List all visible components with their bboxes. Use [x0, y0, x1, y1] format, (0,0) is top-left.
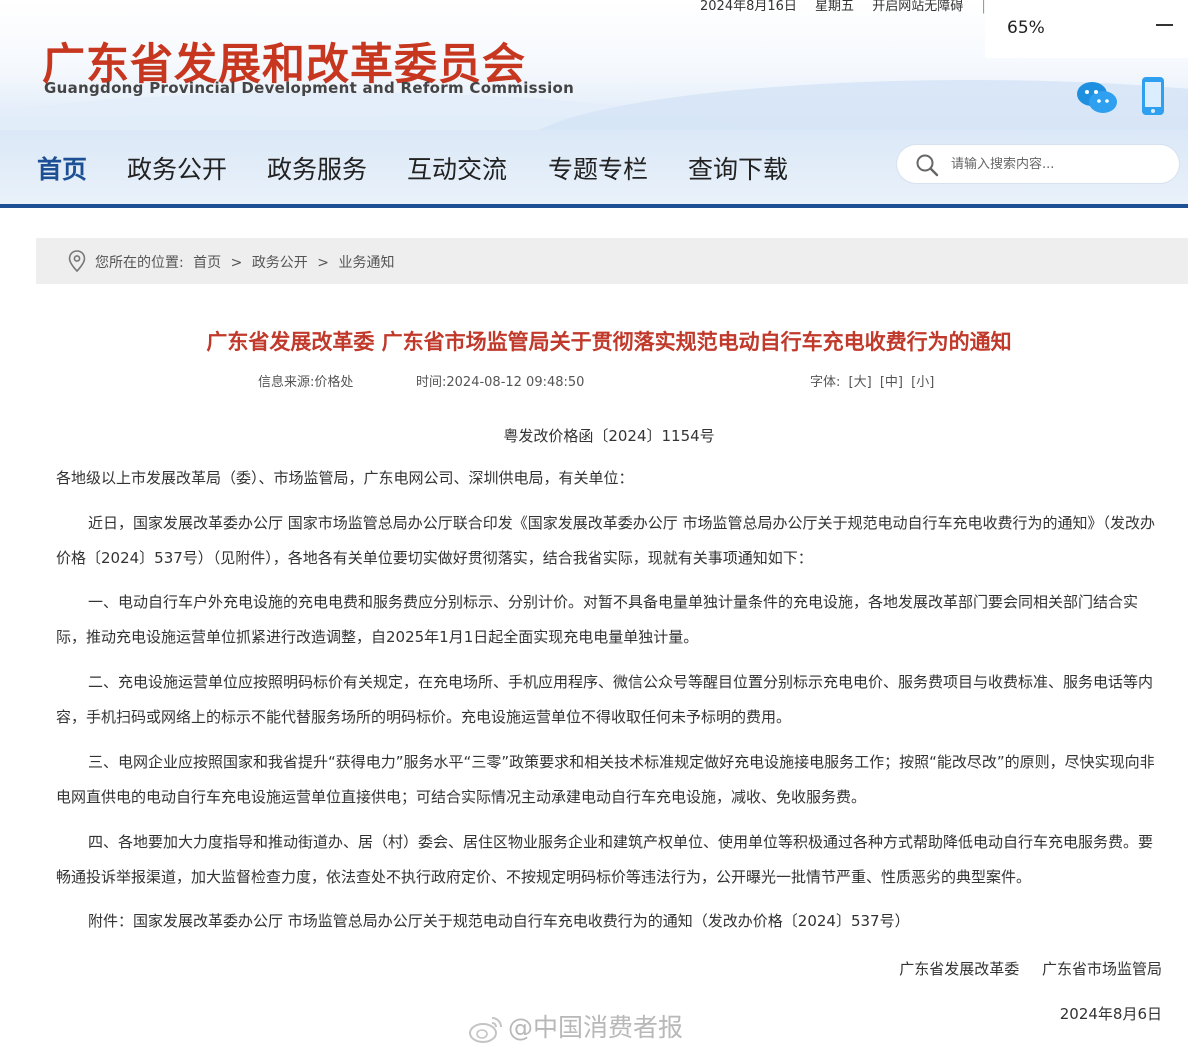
font-size-label: 字体:	[810, 375, 841, 390]
browser-zoom-popup: 65%	[985, 0, 1188, 58]
breadcrumb-prefix: 您所在的位置:	[95, 255, 184, 271]
search-box[interactable]	[897, 145, 1179, 183]
article-signers: 广东省发展改革委 广东省市场监管局	[881, 958, 1162, 979]
watermark-text: @中国消费者报	[508, 1013, 684, 1042]
article-source: 信息来源:价格处	[258, 375, 354, 390]
nav-item-government-services[interactable]: 政务服务	[267, 150, 367, 186]
mobile-phone-icon[interactable]	[1140, 76, 1166, 116]
article-paragraph: 近日，国家发展改革委办公厅 国家市场监管总局办公厅联合印发《国家发展改革委办公厅…	[56, 514, 1156, 567]
breadcrumb-separator: >	[317, 255, 329, 271]
breadcrumb-item-business-notice[interactable]: 业务通知	[338, 255, 394, 271]
search-input[interactable]	[949, 151, 1163, 177]
article-paragraph: 四、各地要加大力度指导和推动街道办、居（村）委会、居住区物业服务企业和建筑产权单…	[56, 833, 1154, 886]
article-time: 时间:2024-08-12 09:48:50	[416, 375, 585, 390]
current-weekday: 星期五	[815, 0, 855, 14]
nav-item-government-affairs-public[interactable]: 政务公开	[127, 150, 227, 186]
signer-development-reform-commission: 广东省发展改革委	[899, 960, 1020, 978]
current-date: 2024年8月16日	[700, 0, 797, 14]
signer-market-regulation-bureau: 广东省市场监管局	[1041, 960, 1162, 978]
search-icon[interactable]	[915, 153, 939, 177]
article-title: 广东省发展改革委 广东省市场监管局关于贯彻落实规范电动自行车充电收费行为的通知	[206, 330, 1012, 354]
wechat-icon[interactable]	[1075, 80, 1119, 116]
font-size-small-link[interactable]: [小]	[911, 375, 934, 390]
nav-item-query-download[interactable]: 查询下载	[688, 150, 788, 186]
document-number: 粤发改价格函〔2024〕1154号	[503, 427, 715, 445]
main-navigation: 首页 政务公开 政务服务 互动交流 专题专栏 查询下载	[0, 130, 1188, 208]
zoom-out-button[interactable]	[1156, 24, 1173, 26]
font-size-medium-link[interactable]: [中]	[880, 375, 903, 390]
article-addressee: 各地级以上市发展改革局（委）、市场监管局，广东电网公司、深圳供电局，有关单位：	[56, 469, 634, 487]
nav-item-home[interactable]: 首页	[37, 150, 87, 186]
article-attachment-link[interactable]: 附件：国家发展改革委办公厅 市场监管总局办公厅关于规范电动自行车充电收费行为的通…	[56, 904, 1166, 939]
weibo-icon	[469, 1017, 502, 1043]
font-size-large-link[interactable]: [大]	[849, 375, 872, 390]
article-date: 2024年8月6日	[1059, 1005, 1162, 1023]
top-utility-bar: 2024年8月16日 星期五 开启网站无障碍 |	[700, 0, 996, 14]
font-size-controls: 字体: [大] [中] [小]	[810, 371, 938, 390]
accessibility-link[interactable]: 开启网站无障碍	[872, 0, 963, 14]
zoom-level: 65%	[1007, 18, 1045, 38]
site-logo-english: Guangdong Provincial Development and Ref…	[44, 79, 575, 97]
article-paragraph: 二、充电设施运营单位应按照明码标价有关规定，在充电场所、手机应用程序、微信公众号…	[56, 673, 1154, 726]
breadcrumb-item-government-affairs[interactable]: 政务公开	[252, 255, 308, 271]
article-paragraph: 三、电网企业应按照国家和我省提升“获得电力”服务水平“三零”政策要求和相关技术标…	[56, 753, 1155, 806]
article-paragraph: 一、电动自行车户外充电设施的充电电费和服务费应分别标示、分别计价。对暂不具备电量…	[56, 593, 1139, 646]
breadcrumb-item-home[interactable]: 首页	[193, 255, 221, 271]
location-pin-icon	[68, 250, 86, 272]
nav-item-interaction[interactable]: 互动交流	[407, 150, 507, 186]
nav-item-special-topics[interactable]: 专题专栏	[548, 150, 648, 186]
breadcrumb: 您所在的位置: 首页 > 政务公开 > 业务通知	[36, 238, 1188, 284]
source-watermark: @中国消费者报	[468, 1008, 683, 1044]
breadcrumb-separator: >	[230, 255, 243, 271]
